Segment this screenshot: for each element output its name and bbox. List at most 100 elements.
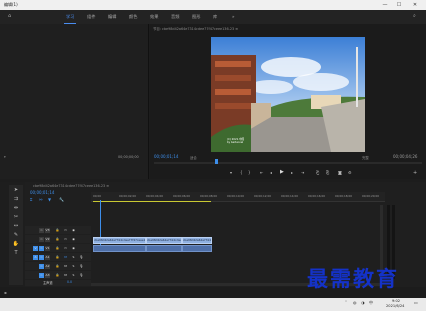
track-label-a1[interactable]: A1: [45, 254, 50, 260]
workspace-libraries[interactable]: 库: [213, 14, 217, 20]
camera-icon[interactable]: ◙: [338, 170, 342, 175]
workspace-color[interactable]: 颜色: [129, 14, 137, 20]
track-label-v1[interactable]: V1: [45, 245, 50, 251]
program-tab[interactable]: 节目: cbe98d42a64e7314cdee77f47ceee136-23 …: [153, 26, 238, 31]
sync-icon[interactable]: ▭: [63, 237, 68, 242]
maximize-button[interactable]: ☐: [394, 1, 404, 9]
master-volume-value[interactable]: 0.0: [67, 280, 72, 284]
source-icon[interactable]: ▾: [4, 155, 6, 159]
program-current-time[interactable]: 00;00;01;14: [154, 154, 178, 159]
audio-clip[interactable]: [146, 245, 182, 252]
source-patch-a1[interactable]: A: [33, 254, 38, 260]
pen-tool-icon[interactable]: ✎: [12, 232, 20, 238]
sequence-timecode[interactable]: 00;00;01;14: [30, 190, 54, 195]
lift-icon[interactable]: ⎗: [316, 170, 319, 175]
quality-dropdown[interactable]: 完整: [362, 155, 369, 160]
fit-dropdown[interactable]: 适合: [190, 155, 197, 160]
sync-icon[interactable]: ▭: [63, 228, 68, 233]
go-to-in-icon[interactable]: ⇤: [260, 170, 263, 175]
notification-icon[interactable]: ▭: [414, 300, 418, 305]
mark-in-bracket-icon[interactable]: {: [240, 170, 243, 175]
mute-button[interactable]: M: [63, 273, 68, 278]
slip-tool-icon[interactable]: ↔: [12, 223, 20, 229]
program-scrubber[interactable]: [154, 162, 422, 164]
track-target-a3[interactable]: ⇨: [39, 272, 44, 278]
eye-icon[interactable]: ◉: [71, 246, 76, 251]
linked-selection-icon[interactable]: ⚯: [39, 197, 42, 202]
tray-chevron-icon[interactable]: ˄: [345, 300, 347, 305]
sync-icon[interactable]: ▭: [63, 246, 68, 251]
workspace-assembly[interactable]: 组件: [87, 14, 95, 20]
sequence-tab[interactable]: cbe98d42a64e7314cdee77f47ceee136-23 ≡: [33, 184, 109, 188]
go-to-out-icon[interactable]: ⇥: [301, 170, 304, 175]
lock-icon[interactable]: 🔒: [55, 246, 60, 251]
solo-button[interactable]: S: [71, 255, 76, 260]
taskbar-date[interactable]: 2021/6/24: [386, 304, 404, 308]
track-label-a2[interactable]: A2: [45, 263, 50, 269]
audio-clip[interactable]: [93, 245, 146, 252]
timeline-settings-icon[interactable]: 🔧: [59, 197, 64, 202]
network-icon[interactable]: ◍: [353, 300, 357, 305]
taskbar-time[interactable]: 9:02: [392, 299, 400, 303]
program-playhead[interactable]: [215, 159, 218, 164]
mic-icon[interactable]: 🎙: [79, 264, 84, 269]
track-target-a2[interactable]: ⇨: [39, 263, 44, 269]
ime-icon[interactable]: 中: [369, 300, 373, 306]
solo-button[interactable]: S: [71, 264, 76, 269]
workspace-effects[interactable]: 效果: [150, 14, 158, 20]
source-timecode: 00;00;00;00: [118, 155, 139, 159]
razor-tool-icon[interactable]: ✂: [12, 214, 20, 220]
workspace-more[interactable]: »: [232, 14, 235, 19]
audio-clip[interactable]: [182, 245, 212, 252]
track-target-a1[interactable]: ⇨: [39, 254, 44, 260]
track-target-v1[interactable]: ⇨: [39, 245, 44, 251]
solo-button[interactable]: S: [71, 273, 76, 278]
track-label-v3[interactable]: V3: [45, 227, 50, 233]
search-icon[interactable]: ⌕: [413, 13, 416, 19]
step-forward-icon[interactable]: ▸: [291, 170, 293, 175]
type-tool-icon[interactable]: T: [12, 250, 20, 256]
mute-button[interactable]: M: [63, 255, 68, 260]
mic-icon[interactable]: 🎙: [79, 273, 84, 278]
snap-icon[interactable]: ⌗: [30, 197, 32, 202]
add-marker-icon[interactable]: ▼: [48, 197, 51, 202]
workspace-audio[interactable]: 音频: [171, 14, 179, 20]
ripple-edit-icon[interactable]: ⇹: [12, 205, 20, 211]
work-area-bar[interactable]: [93, 201, 211, 202]
workspace-graphics[interactable]: 图形: [192, 14, 200, 20]
video-clip[interactable]: cbe98d42a64e7314cdee77f47ceee136-23.mp4: [182, 237, 212, 244]
workspace-editing[interactable]: 编辑: [108, 14, 116, 20]
mark-in-icon[interactable]: ▾: [230, 170, 232, 175]
eye-icon[interactable]: ◉: [71, 228, 76, 233]
play-icon[interactable]: ▶: [280, 169, 284, 175]
track-label-v2[interactable]: V2: [45, 236, 50, 242]
lock-icon[interactable]: 🔒: [55, 237, 60, 242]
lock-icon[interactable]: 🔒: [55, 264, 60, 269]
video-clip[interactable]: cbe98d42a64e7314cdee77f47ceee136-23.mp4: [146, 237, 182, 244]
mic-icon[interactable]: 🎙: [79, 255, 84, 260]
hand-tool-icon[interactable]: ✋: [12, 241, 20, 247]
selection-tool-icon[interactable]: ➤: [12, 187, 20, 193]
add-button[interactable]: +: [413, 170, 417, 176]
lock-icon[interactable]: 🔒: [55, 228, 60, 233]
track-target-v3[interactable]: ⇨: [39, 227, 44, 233]
home-icon[interactable]: ⌂: [8, 13, 14, 19]
close-button[interactable]: ✕: [410, 1, 420, 9]
eye-icon[interactable]: ◉: [71, 237, 76, 242]
volume-icon[interactable]: ◑: [361, 300, 365, 305]
mute-button[interactable]: M: [63, 264, 68, 269]
extract-icon[interactable]: ⎘: [326, 170, 329, 175]
source-patch-v1[interactable]: V: [33, 245, 38, 251]
video-still: [211, 37, 365, 152]
track-target-v2[interactable]: ⇨: [39, 236, 44, 242]
workspace-learn[interactable]: 学习: [66, 14, 74, 20]
video-clip[interactable]: cbe98d42a64e7314cdee77f47ceee136-23.mp4: [93, 237, 146, 244]
lock-icon[interactable]: 🔒: [55, 273, 60, 278]
lock-icon[interactable]: 🔒: [55, 255, 60, 260]
track-label-a3[interactable]: A3: [45, 272, 50, 278]
minimize-button[interactable]: —: [380, 1, 390, 9]
step-back-icon[interactable]: ◂: [270, 170, 272, 175]
track-select-icon[interactable]: ⇉: [12, 196, 20, 202]
mark-out-bracket-icon[interactable]: }: [248, 170, 251, 175]
settings-icon[interactable]: ⚙: [348, 170, 352, 175]
